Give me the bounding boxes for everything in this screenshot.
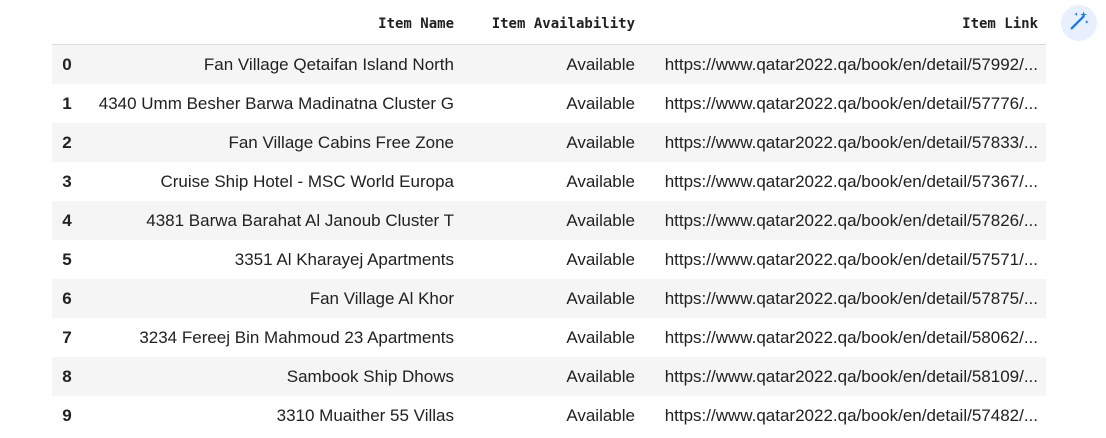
cell-item-link: https://www.qatar2022.qa/book/en/detail/… xyxy=(664,210,1038,230)
table-row: 9 3310 Muaither 55 Villas Available https:/… xyxy=(52,396,1046,435)
cell-item-availability: Available xyxy=(566,327,635,347)
cell-item-link: https://www.qatar2022.qa/book/en/detail/… xyxy=(664,54,1038,74)
cell-item-name: 3351 Al Kharayej Apartments xyxy=(234,249,454,269)
cell-item-availability: Available xyxy=(566,249,635,269)
row-index: 4 xyxy=(62,210,72,230)
cell-item-link: https://www.qatar2022.qa/book/en/detail/… xyxy=(664,366,1038,386)
cell-item-name: 3234 Fereej Bin Mahmoud 23 Apartments xyxy=(139,327,454,347)
magic-wand-icon xyxy=(1068,10,1090,37)
column-header-item-name[interactable]: Item Name xyxy=(88,4,462,45)
table-body: 0 Fan Village Qetaifan Island North Availa… xyxy=(52,44,1046,435)
column-header-item-availability[interactable]: Item Availability xyxy=(462,4,643,45)
cell-item-link: https://www.qatar2022.qa/book/en/detail/… xyxy=(664,288,1038,308)
cell-item-name: 4381 Barwa Barahat Al Janoub Cluster T xyxy=(146,210,454,230)
table-row: 0 Fan Village Qetaifan Island North Availa… xyxy=(52,44,1046,84)
header-row: Item Name Item Availability Item Link xyxy=(52,4,1046,45)
cell-item-availability: Available xyxy=(566,93,635,113)
row-index: 7 xyxy=(62,327,72,347)
cell-item-link: https://www.qatar2022.qa/book/en/detail/… xyxy=(664,93,1038,113)
cell-item-availability: Available xyxy=(566,366,635,386)
cell-item-availability: Available xyxy=(566,210,635,230)
row-index: 6 xyxy=(62,288,72,308)
column-header-item-link[interactable]: Item Link xyxy=(643,4,1046,45)
table-row: 7 3234 Fereej Bin Mahmoud 23 Apartments Av… xyxy=(52,318,1046,357)
index-header-corner xyxy=(52,4,88,45)
cell-item-name: 4340 Umm Besher Barwa Madinatna Cluster … xyxy=(98,93,454,113)
cell-item-name: 3310 Muaither 55 Villas xyxy=(276,405,454,425)
row-index: 2 xyxy=(62,132,72,152)
table-row: 3 Cruise Ship Hotel - MSC World Europa Ava… xyxy=(52,162,1046,201)
cell-item-link: https://www.qatar2022.qa/book/en/detail/… xyxy=(664,327,1038,347)
table-row: 1 4340 Umm Besher Barwa Madinatna Cluster… xyxy=(52,84,1046,123)
table-header: Item Name Item Availability Item Link xyxy=(52,4,1046,45)
row-index: 0 xyxy=(62,54,72,74)
dataframe-table: Item Name Item Availability Item Link 0 F… xyxy=(52,4,1046,435)
row-index: 5 xyxy=(62,249,72,269)
magic-wand-button[interactable] xyxy=(1061,5,1097,41)
cell-item-availability: Available xyxy=(566,171,635,191)
cell-item-availability: Available xyxy=(566,132,635,152)
cell-item-link: https://www.qatar2022.qa/book/en/detail/… xyxy=(664,405,1038,425)
table-row: 8 Sambook Ship Dhows Available https://www.… xyxy=(52,357,1046,396)
table-row: 2 Fan Village Cabins Free Zone Available ht… xyxy=(52,123,1046,162)
row-index: 3 xyxy=(62,171,72,191)
cell-item-link: https://www.qatar2022.qa/book/en/detail/… xyxy=(664,171,1038,191)
table-row: 5 3351 Al Kharayej Apartments Available htt… xyxy=(52,240,1046,279)
cell-item-link: https://www.qatar2022.qa/book/en/detail/… xyxy=(664,132,1038,152)
table-row: 6 Fan Village Al Khor Available https://www… xyxy=(52,279,1046,318)
cell-item-name: Fan Village Cabins Free Zone xyxy=(228,132,454,152)
table-row: 4 4381 Barwa Barahat Al Janoub Cluster T A… xyxy=(52,201,1046,240)
cell-item-availability: Available xyxy=(566,54,635,74)
cell-item-availability: Available xyxy=(566,288,635,308)
cell-item-name: Fan Village Qetaifan Island North xyxy=(203,54,454,74)
row-index: 8 xyxy=(62,366,72,386)
cell-item-name: Fan Village Al Khor xyxy=(309,288,454,308)
row-index: 9 xyxy=(62,405,72,425)
row-index: 1 xyxy=(62,93,72,113)
dataframe-output: Item Name Item Availability Item Link 0 F… xyxy=(52,4,1046,435)
cell-item-name: Sambook Ship Dhows xyxy=(286,366,454,386)
cell-item-availability: Available xyxy=(566,405,635,425)
cell-item-name: Cruise Ship Hotel - MSC World Europa xyxy=(160,171,454,191)
cell-item-link: https://www.qatar2022.qa/book/en/detail/… xyxy=(664,249,1038,269)
